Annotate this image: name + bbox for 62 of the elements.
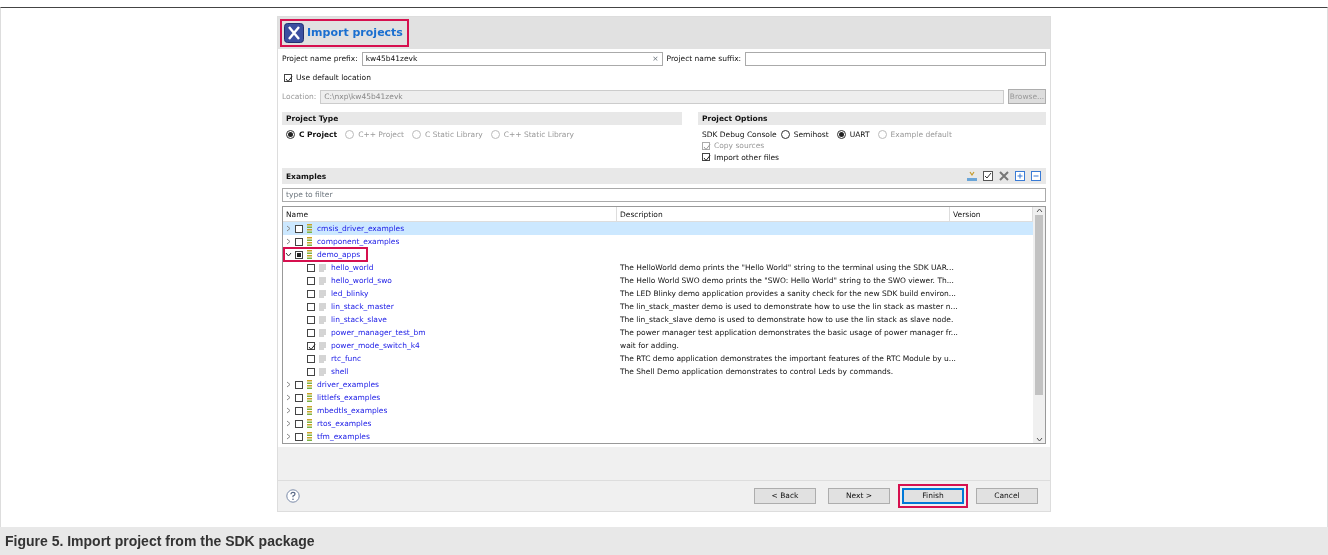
file-icon	[318, 288, 327, 299]
scroll-down-icon	[1035, 437, 1043, 443]
checkbox[interactable]	[295, 224, 303, 233]
check-all-icon[interactable]	[982, 170, 994, 182]
checkbox[interactable]	[307, 263, 315, 272]
checkbox[interactable]	[295, 237, 303, 246]
file-icon	[318, 327, 327, 338]
file-icon	[318, 366, 327, 377]
chevron-right-icon[interactable]	[285, 238, 292, 245]
checkbox[interactable]	[307, 289, 315, 298]
checkbox[interactable]	[702, 153, 710, 162]
folder-group-icon	[306, 431, 313, 442]
folder-group-icon	[306, 249, 313, 260]
checkbox[interactable]	[307, 328, 315, 337]
file-icon	[318, 275, 327, 286]
scrollbar-thumb[interactable]	[1035, 215, 1043, 395]
chevron-right-icon[interactable]	[285, 381, 292, 388]
chevron-right-icon[interactable]	[285, 407, 292, 414]
folder-group-icon	[306, 392, 313, 403]
scroll-up-icon	[1035, 207, 1043, 213]
folder-group-icon	[306, 379, 313, 390]
checkbox[interactable]	[307, 315, 315, 324]
checkbox[interactable]	[307, 276, 315, 285]
figure-caption: Figure 5. Import project from the SDK package	[5, 532, 315, 551]
file-icon	[318, 301, 327, 312]
chevron-down-icon[interactable]	[285, 251, 292, 258]
partial-check-mark	[297, 252, 301, 257]
chevron-right-icon[interactable]	[285, 394, 292, 401]
file-icon	[318, 353, 327, 364]
checkbox[interactable]	[295, 419, 303, 428]
folder-group-icon	[306, 418, 313, 429]
chevron-right-icon[interactable]	[285, 433, 292, 440]
checkbox[interactable]	[307, 341, 315, 350]
suffix-field[interactable]	[745, 52, 1046, 66]
checkbox[interactable]	[295, 380, 303, 389]
checkbox[interactable]	[295, 432, 303, 441]
folder-group-icon	[306, 236, 313, 247]
check-icon	[308, 342, 316, 351]
check-icon	[285, 74, 293, 83]
uncheck-all-icon[interactable]	[998, 170, 1010, 182]
checkbox[interactable]	[307, 302, 315, 311]
help-icon[interactable]	[286, 489, 300, 503]
file-icon	[318, 262, 327, 273]
radio-button[interactable]	[780, 130, 790, 140]
checkbox[interactable]	[284, 73, 292, 82]
x-logo-icon	[284, 23, 304, 43]
chevron-right-icon[interactable]	[285, 225, 292, 232]
expand-all-icon[interactable]	[1014, 170, 1026, 182]
checkbox[interactable]	[307, 367, 315, 376]
checkbox[interactable]	[307, 354, 315, 363]
dialog-title: Import projects	[307, 24, 403, 41]
folder-group-icon	[306, 405, 313, 416]
checkbox[interactable]	[295, 393, 303, 402]
collapse-all-icon[interactable]	[1030, 170, 1042, 182]
file-icon	[318, 314, 327, 325]
radio-button[interactable]	[836, 130, 846, 140]
file-icon	[318, 340, 327, 351]
checkbox[interactable]	[295, 406, 303, 415]
radio-button[interactable]	[286, 130, 295, 140]
chevron-right-icon[interactable]	[285, 420, 292, 427]
checkbox[interactable]	[295, 250, 303, 259]
folder-group-icon	[306, 223, 313, 234]
